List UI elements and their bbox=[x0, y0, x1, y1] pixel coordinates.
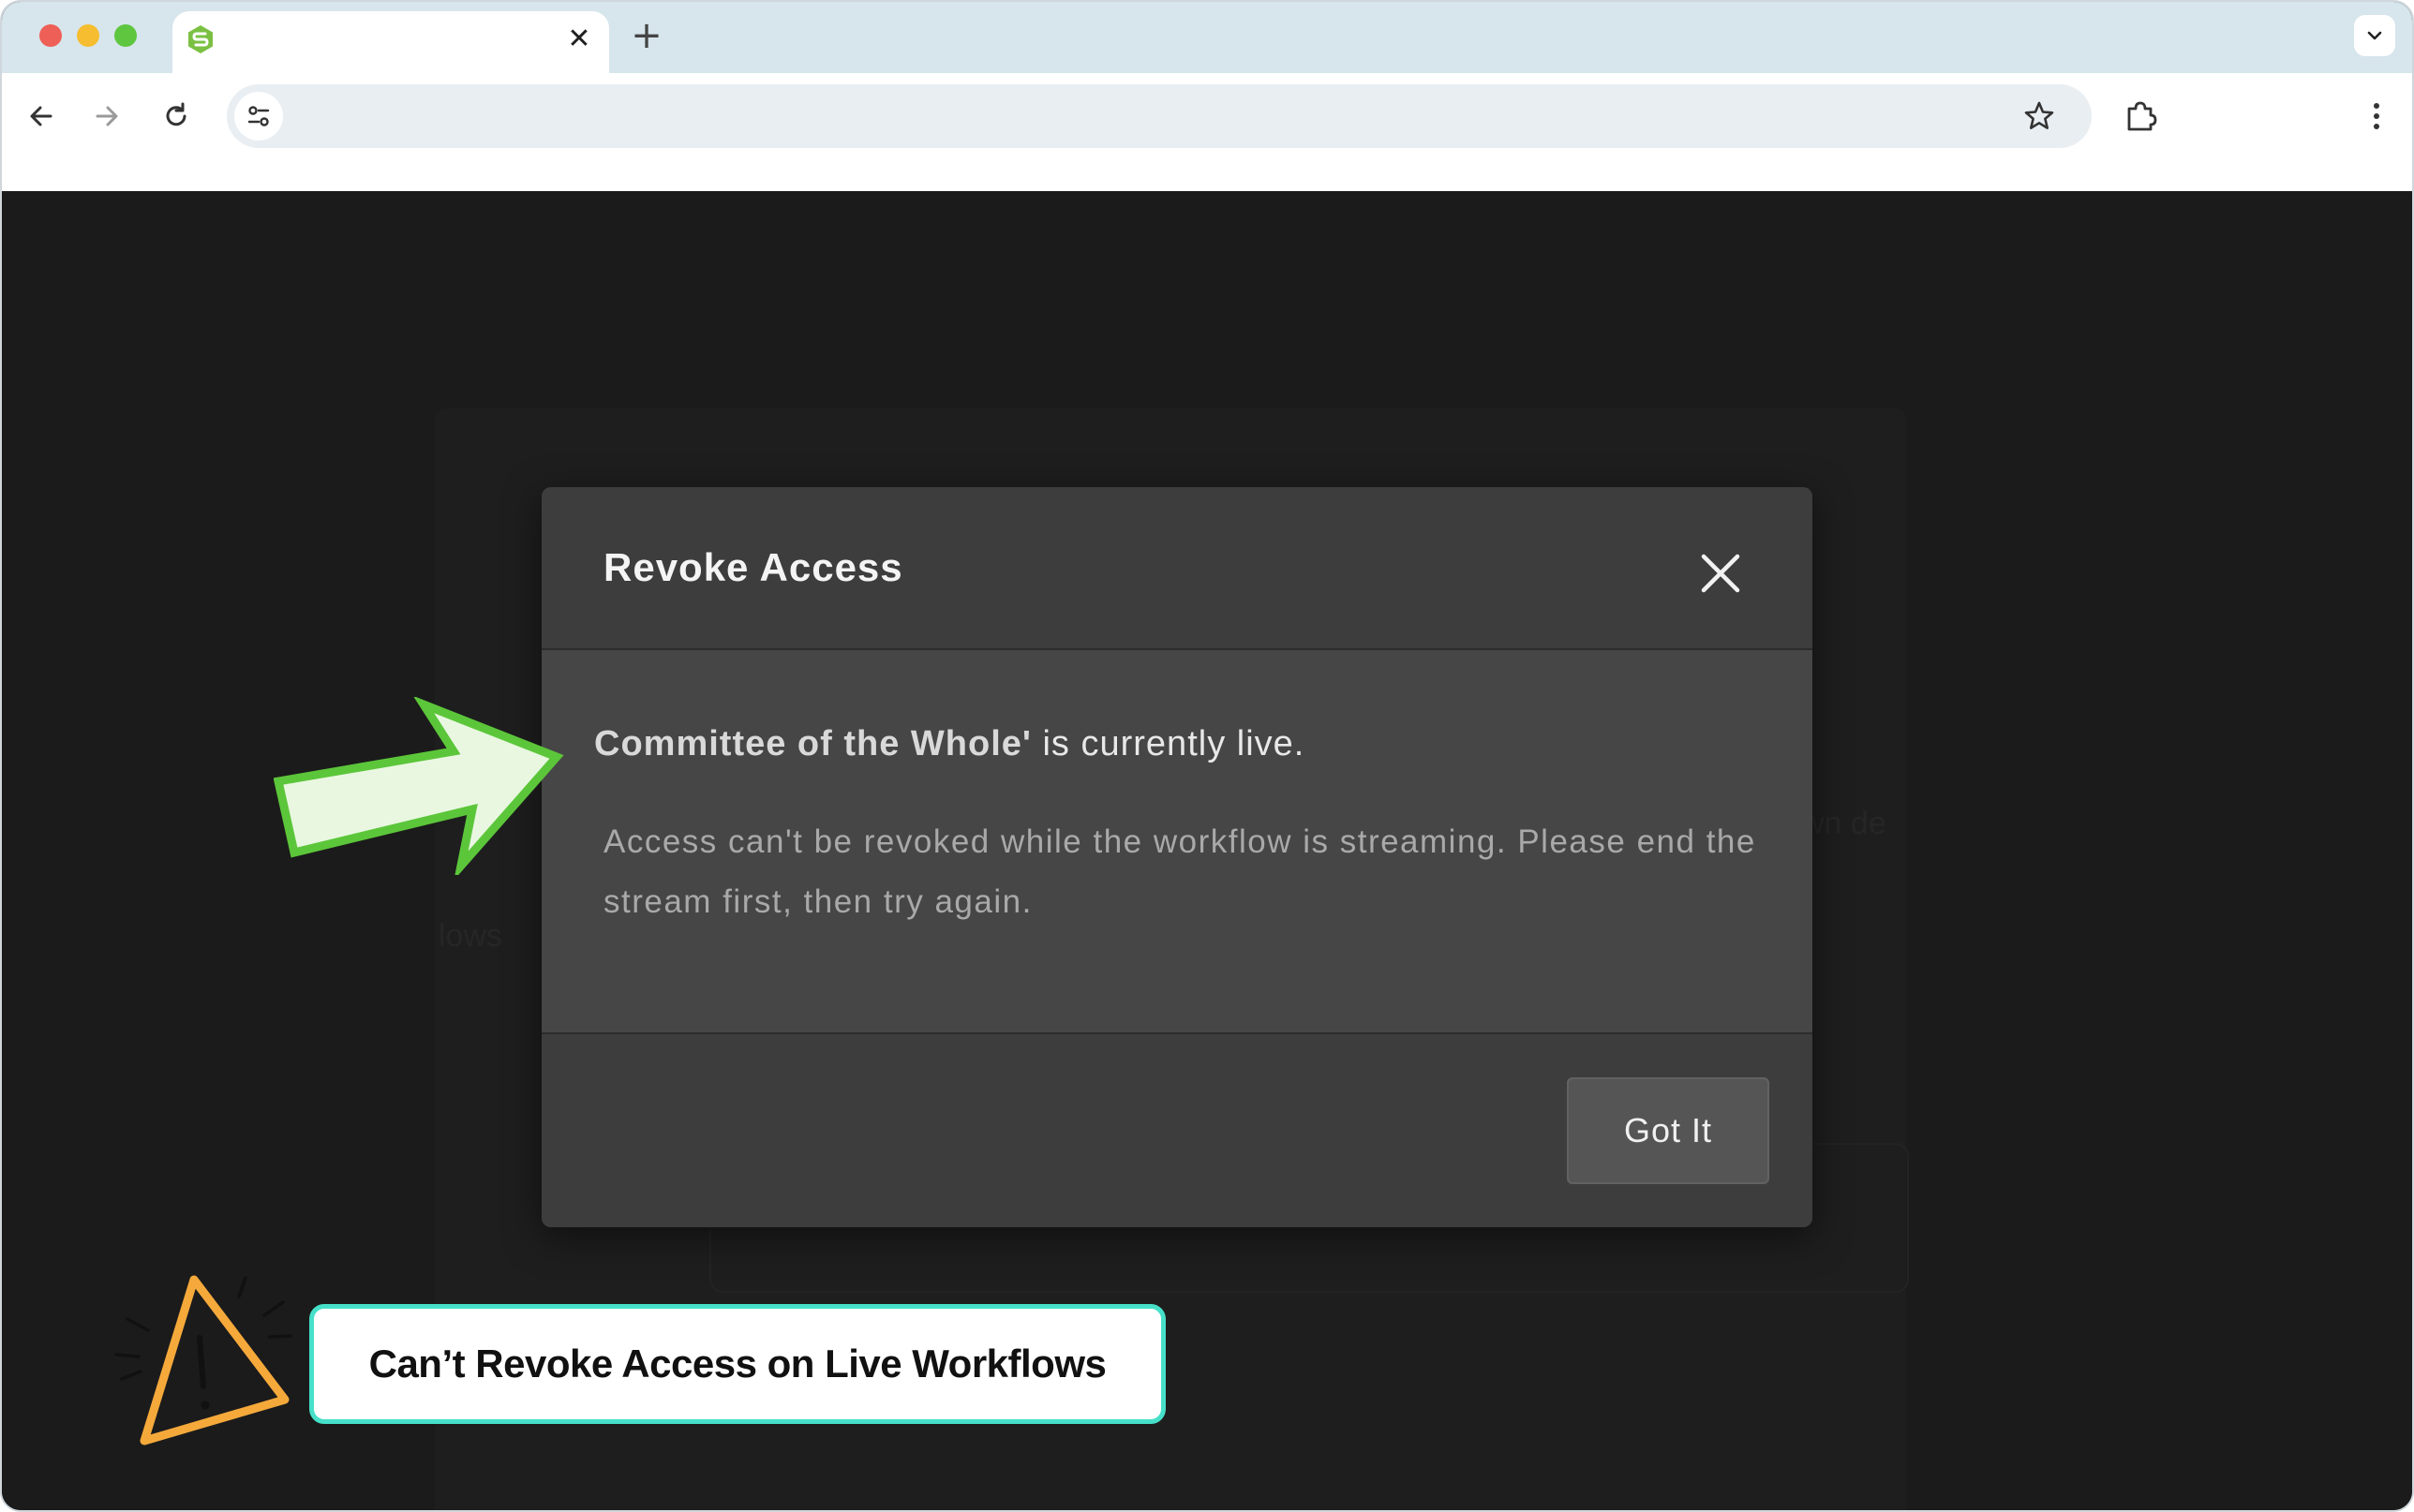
dialog-message: Access can't be revoked while the workfl… bbox=[604, 823, 1756, 920]
warning-icon bbox=[114, 1275, 292, 1445]
minimize-window-button[interactable] bbox=[77, 24, 99, 47]
dialog-header: Revoke Access bbox=[542, 487, 1812, 650]
revoke-access-dialog: Revoke Access Committee of the Whole' is… bbox=[542, 487, 1812, 1227]
pointer-arrow-icon bbox=[274, 697, 564, 875]
arrow-left-icon[interactable] bbox=[22, 97, 60, 135]
site-info-button[interactable] bbox=[234, 92, 283, 141]
browser-toolbar bbox=[2, 73, 2412, 191]
live-suffix: is currently live. bbox=[1031, 724, 1305, 763]
dialog-body: Committee of the Whole' is currently liv… bbox=[542, 652, 1812, 1032]
arrow-right-icon[interactable] bbox=[88, 97, 126, 135]
dialog-footer: Got It bbox=[542, 1032, 1812, 1227]
star-icon[interactable] bbox=[2020, 97, 2058, 135]
tab-close-icon[interactable]: ✕ bbox=[564, 24, 594, 54]
callout-label: Can’t Revoke Access on Live Workflows bbox=[309, 1304, 1166, 1424]
tune-icon bbox=[247, 106, 270, 126]
close-icon[interactable] bbox=[1696, 549, 1745, 598]
background-text: lows bbox=[439, 918, 503, 954]
chevron-down-icon bbox=[2367, 31, 2382, 40]
kebab-menu-icon[interactable] bbox=[2362, 97, 2392, 135]
browser-window: ✕ + lows wn de Revoke Access Committee o… bbox=[0, 0, 2414, 1512]
workflow-name: Committee of the Whole' bbox=[594, 724, 1032, 763]
close-window-button[interactable] bbox=[39, 24, 62, 47]
address-bar[interactable] bbox=[227, 84, 2092, 148]
puzzle-icon[interactable] bbox=[2122, 97, 2159, 135]
got-it-button[interactable]: Got It bbox=[1567, 1077, 1769, 1184]
tab-search-button[interactable] bbox=[2354, 15, 2395, 56]
tab-strip: ✕ + bbox=[2, 2, 2412, 73]
live-status-text: Committee of the Whole' is currently liv… bbox=[594, 724, 1304, 764]
background-text: wn de bbox=[1801, 806, 1886, 841]
callout-text: Can’t Revoke Access on Live Workflows bbox=[368, 1342, 1107, 1386]
dialog-title: Revoke Access bbox=[604, 545, 903, 589]
browser-tab[interactable]: ✕ bbox=[172, 11, 609, 73]
reload-icon[interactable] bbox=[157, 97, 195, 135]
green-hexagon-logo-icon bbox=[188, 25, 213, 53]
maximize-window-button[interactable] bbox=[114, 24, 137, 47]
new-tab-button[interactable]: + bbox=[628, 17, 665, 54]
